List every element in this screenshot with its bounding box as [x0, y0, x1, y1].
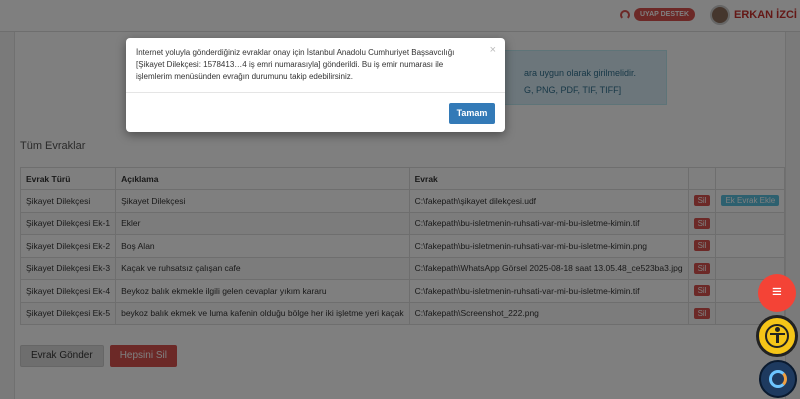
close-icon[interactable]: × [490, 44, 496, 56]
confirmation-dialog: × İnternet yoluyla gönderdiğiniz evrakla… [126, 38, 505, 132]
ok-button[interactable]: Tamam [449, 103, 495, 124]
menu-icon[interactable]: ≡ [758, 274, 796, 312]
accessibility-body [776, 333, 779, 343]
dialog-message: İnternet yoluyla gönderdiğiniz evraklar … [136, 48, 455, 81]
dialog-footer: Tamam [126, 92, 505, 132]
accessibility-icon[interactable] [756, 315, 798, 357]
accessibility-head [775, 327, 780, 332]
chat-icon[interactable] [759, 360, 797, 398]
chat-ring [769, 370, 787, 388]
